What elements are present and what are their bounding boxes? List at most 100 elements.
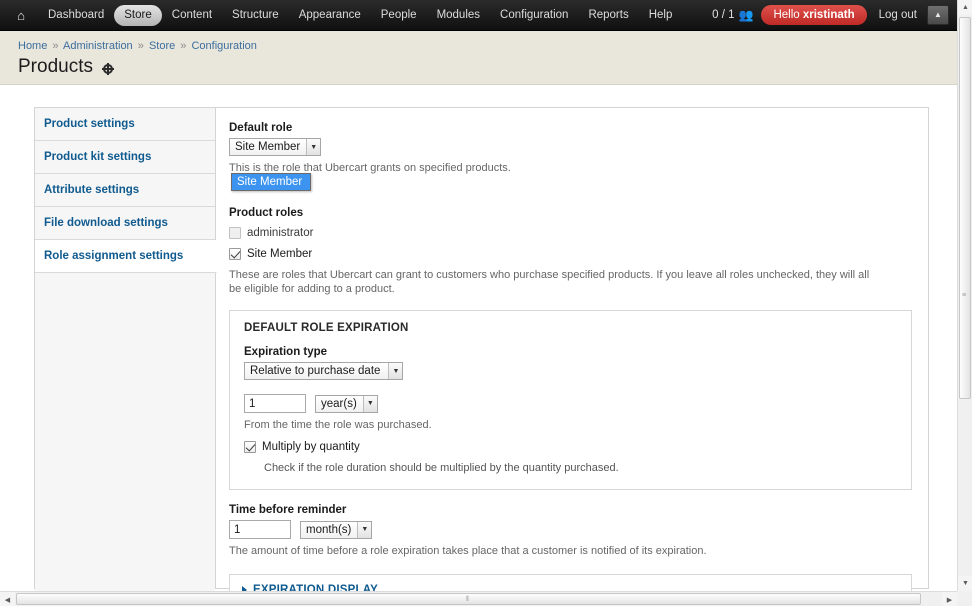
nav-item-content[interactable]: Content: [162, 5, 222, 26]
default-role-selected-value: Site Member: [235, 141, 301, 153]
time-before-reminder-description: The amount of time before a role expirat…: [229, 545, 707, 558]
sidebar-item-product-kit-settings[interactable]: Product kit settings: [35, 141, 215, 174]
vertical-scrollbar-grip: ≡: [962, 292, 967, 299]
checkbox-row-administrator[interactable]: administrator: [229, 226, 912, 240]
time-before-reminder-input[interactable]: [229, 520, 291, 540]
default-role-label: Default role: [229, 122, 293, 134]
nav-item-configuration[interactable]: Configuration: [490, 5, 578, 26]
default-role-select[interactable]: Site Member ▼: [229, 138, 322, 156]
admin-toolbar: ⌂ Dashboard Store Content Structure Appe…: [0, 0, 957, 31]
chevron-down-icon[interactable]: ▼: [388, 363, 403, 380]
nav-item-store[interactable]: Store: [114, 4, 162, 26]
default-role-expiration-legend: DEFAULT ROLE EXPIRATION: [244, 322, 409, 335]
nav-item-dashboard[interactable]: Dashboard: [38, 5, 114, 26]
chevron-down-icon[interactable]: ▼: [362, 395, 377, 412]
checkbox-multiply-by-quantity-label: Multiply by quantity: [262, 441, 360, 454]
expiration-duration-row: year(s) ▼: [244, 394, 897, 414]
vtab-label: Product settings: [44, 118, 135, 130]
time-before-reminder-unit-value: month(s): [306, 523, 352, 536]
breadcrumb-item-home[interactable]: Home: [18, 40, 47, 52]
user-greeting-badge[interactable]: Hello xristinath: [761, 5, 867, 25]
role-assignment-pane: Default role Site Member ▼ This is the r…: [216, 108, 928, 591]
default-role-dropdown-list[interactable]: Site Member: [231, 173, 311, 191]
checkbox-site-member[interactable]: [229, 248, 241, 261]
multiply-by-quantity-description: Check if the role duration should be mul…: [264, 462, 619, 475]
chevron-down-icon[interactable]: ▼: [357, 521, 372, 538]
browser-viewport: ⌂ Dashboard Store Content Structure Appe…: [0, 0, 972, 606]
expiration-duration-unit-select[interactable]: year(s) ▼: [315, 394, 378, 413]
page-title: Products: [18, 56, 957, 78]
expiration-type-label: Expiration type: [244, 346, 328, 359]
toolbar-collapse-button[interactable]: ▲: [927, 5, 949, 25]
vertical-scrollbar-thumb[interactable]: [959, 17, 971, 399]
product-roles-description: These are roles that Ubercart can grant …: [229, 269, 870, 296]
home-icon[interactable]: ⌂: [10, 5, 32, 25]
scroll-right-arrow[interactable]: ▶: [942, 592, 957, 606]
breadcrumb-separator: »: [180, 40, 187, 52]
online-user-count: 0 / 1: [712, 9, 735, 21]
scroll-down-arrow[interactable]: ▼: [958, 576, 972, 591]
expiration-duration-input[interactable]: [244, 394, 306, 414]
dropdown-option-site-member[interactable]: Site Member: [232, 174, 310, 190]
checkbox-row-multiply-by-quantity[interactable]: Multiply by quantity: [244, 440, 897, 454]
sidebar-item-attribute-settings[interactable]: Attribute settings: [35, 174, 215, 207]
vertical-tabs: Product settings Product kit settings At…: [35, 108, 217, 591]
toolbar-user-area: 0 / 1 👥 Hello xristinath Log out ▲: [712, 5, 951, 25]
horizontal-scrollbar[interactable]: ◀ ‖ ▶: [0, 591, 957, 606]
expiration-display-fieldset[interactable]: EXPIRATION DISPLAY: [229, 574, 912, 591]
page-content: ⌂ Dashboard Store Content Structure Appe…: [0, 0, 957, 591]
triangle-up-icon: ▲: [934, 10, 942, 19]
online-user-counter: 0 / 1 👥: [712, 7, 754, 22]
breadcrumb-item-store[interactable]: Store: [149, 40, 175, 52]
greeting-prefix: Hello: [773, 9, 803, 21]
logout-link[interactable]: Log out: [879, 9, 917, 21]
page-header: Home » Administration » Store » Configur…: [0, 31, 957, 85]
checkbox-administrator-label: administrator: [247, 227, 314, 240]
checkbox-multiply-by-quantity[interactable]: [244, 441, 256, 454]
checkbox-administrator[interactable]: [229, 227, 241, 240]
breadcrumb-item-configuration[interactable]: Configuration: [191, 40, 256, 52]
breadcrumb-item-administration[interactable]: Administration: [63, 40, 133, 52]
product-roles-label: Product roles: [229, 207, 304, 220]
sidebar-item-file-download-settings[interactable]: File download settings: [35, 207, 215, 240]
chevron-down-icon[interactable]: ▼: [306, 139, 321, 155]
vtab-label: Role assignment settings: [44, 250, 184, 262]
vtab-label: Attribute settings: [44, 184, 140, 196]
expiration-duration-unit-value: year(s): [321, 397, 357, 410]
username: xristinath: [802, 9, 855, 21]
nav-item-help[interactable]: Help: [639, 5, 683, 26]
checkbox-row-site-member[interactable]: Site Member: [229, 247, 912, 261]
nav-item-people[interactable]: People: [371, 5, 427, 26]
nav-item-reports[interactable]: Reports: [578, 5, 638, 26]
people-icon: 👥: [738, 7, 754, 22]
expiration-duration-description: From the time the role was purchased.: [244, 419, 432, 432]
expiration-type-select[interactable]: Relative to purchase date ▼: [244, 362, 404, 381]
settings-panel: Product settings Product kit settings At…: [34, 107, 929, 591]
vtab-label: File download settings: [44, 217, 168, 229]
sidebar-item-role-assignment-settings[interactable]: Role assignment settings: [35, 240, 217, 273]
checkbox-site-member-label: Site Member: [247, 248, 313, 261]
scrollbar-corner: [957, 591, 972, 606]
nav-item-appearance[interactable]: Appearance: [289, 5, 371, 26]
scroll-left-arrow[interactable]: ◀: [0, 592, 15, 606]
vtab-label: Product kit settings: [44, 151, 152, 163]
time-before-reminder-unit-select[interactable]: month(s) ▼: [300, 520, 373, 539]
toolbar-nav: ⌂ Dashboard Store Content Structure Appe…: [10, 4, 683, 26]
nav-item-modules[interactable]: Modules: [427, 5, 490, 26]
nav-item-structure[interactable]: Structure: [222, 5, 289, 26]
vertical-tabs-filler: [35, 273, 215, 591]
page-title-text: Products: [18, 56, 93, 77]
expiration-type-selected-value: Relative to purchase date: [250, 365, 381, 378]
default-role-expiration-fieldset: DEFAULT ROLE EXPIRATION Expiration type …: [229, 310, 912, 491]
time-before-reminder-label: Time before reminder: [229, 504, 347, 517]
horizontal-scrollbar-grip: ‖: [466, 596, 469, 603]
scroll-up-arrow[interactable]: ▲: [958, 0, 972, 15]
breadcrumb-separator: »: [52, 40, 59, 52]
content-area: Product settings Product kit settings At…: [0, 85, 957, 591]
gear-icon[interactable]: [101, 63, 114, 74]
sidebar-item-product-settings[interactable]: Product settings: [35, 108, 215, 141]
breadcrumb-separator: »: [137, 40, 144, 52]
default-role-description: This is the role that Ubercart grants on…: [229, 162, 511, 175]
vertical-scrollbar[interactable]: ▲ ≡ ▼: [957, 0, 972, 591]
breadcrumb: Home » Administration » Store » Configur…: [18, 40, 957, 52]
